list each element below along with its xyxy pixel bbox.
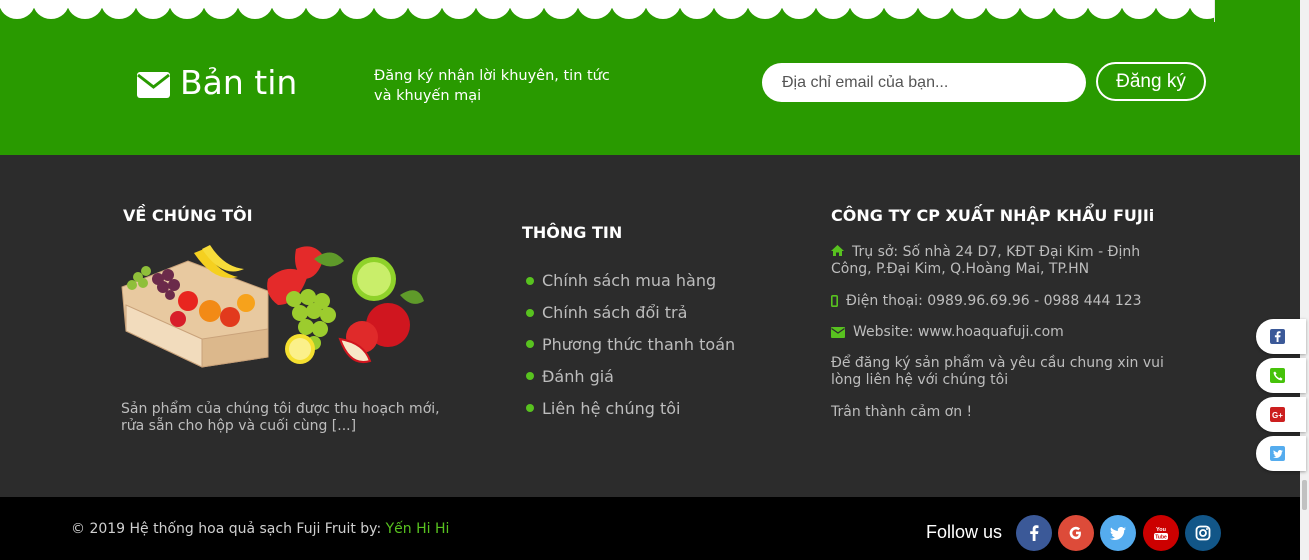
bullet-icon xyxy=(526,340,534,349)
link-payment-methods[interactable]: Phương thức thanh toán xyxy=(542,335,735,354)
svg-text:G+: G+ xyxy=(1272,411,1283,419)
address-text: Trụ sở: Số nhà 24 D7, KĐT Đại Kim - Định… xyxy=(831,244,1141,277)
copyright-text: © 2019 Hệ thống hoa quả sạch Fuji Fruit … xyxy=(71,521,386,537)
follow-us-label: Follow us xyxy=(926,522,1003,542)
contact-note: Để đăng ký sản phẩm và yêu cầu chung xin… xyxy=(831,355,1164,388)
youtube-icon: You Tube xyxy=(1154,527,1168,541)
float-facebook-button[interactable] xyxy=(1256,319,1306,354)
about-text: Sản phẩm của chúng tôi được thu hoạch mớ… xyxy=(121,401,440,434)
phone-icon xyxy=(1270,368,1285,383)
list-item: Liên hệ chúng tôi xyxy=(526,392,735,424)
about-title: VỀ CHÚNG TÔI xyxy=(123,206,253,225)
bullet-icon xyxy=(526,276,534,285)
company-title: CÔNG TY CP XUẤT NHẬP KHẨU FUJIi xyxy=(831,206,1155,225)
facebook-icon xyxy=(1030,525,1039,541)
list-item: Chính sách mua hàng xyxy=(526,265,735,297)
info-links: Chính sách mua hàng Chính sách đổi trả P… xyxy=(526,265,735,424)
fruit-basket-image xyxy=(121,245,424,368)
newsletter-description: Đăng ký nhận lời khuyên, tin tức và khuy… xyxy=(374,68,610,104)
newsletter-title: Bản tin xyxy=(180,63,298,102)
company-address: Trụ sở: Số nhà 24 D7, KĐT Đại Kim - Định… xyxy=(831,244,1181,278)
link-purchase-policy[interactable]: Chính sách mua hàng xyxy=(542,271,716,290)
website-text: Website: www.hoaquafuji.com xyxy=(853,324,1064,340)
youtube-button[interactable]: You Tube xyxy=(1143,515,1179,551)
copyright: © 2019 Hệ thống hoa quả sạch Fuji Fruit … xyxy=(71,521,449,537)
mobile-icon xyxy=(831,295,838,307)
scalloped-top-strip xyxy=(0,0,1300,22)
google-plus-icon: G+ xyxy=(1270,407,1285,422)
home-icon xyxy=(831,245,844,256)
bullet-icon xyxy=(526,308,534,317)
envelope-icon xyxy=(137,72,170,98)
instagram-icon xyxy=(1195,525,1211,541)
twitter-icon xyxy=(1270,446,1285,461)
facebook-icon xyxy=(1270,329,1285,344)
google-plus-icon xyxy=(1069,526,1081,540)
list-item: Phương thức thanh toán xyxy=(526,329,735,361)
thanks-text: Trân thành cảm ơn ! xyxy=(831,404,973,420)
scrollbar[interactable] xyxy=(1300,0,1309,560)
svg-text:You: You xyxy=(1156,527,1166,533)
link-reviews[interactable]: Đánh giá xyxy=(542,367,614,386)
envelope-icon xyxy=(831,326,845,338)
link-contact-us[interactable]: Liên hệ chúng tôi xyxy=(542,399,680,418)
email-input[interactable] xyxy=(762,63,1086,102)
link-return-policy[interactable]: Chính sách đổi trả xyxy=(542,303,687,322)
twitter-icon xyxy=(1110,526,1126,540)
twitter-button[interactable] xyxy=(1100,515,1136,551)
company-phone: Điện thoại: 0989.96.69.96 - 0988 444 123 xyxy=(831,293,1181,310)
float-twitter-button[interactable] xyxy=(1256,436,1306,471)
scallop-edge xyxy=(0,0,1214,19)
author-link[interactable]: Yến Hi Hi xyxy=(386,521,450,537)
list-item: Chính sách đổi trả xyxy=(526,297,735,329)
bottom-bar: © 2019 Hệ thống hoa quả sạch Fuji Fruit … xyxy=(0,497,1300,560)
footer: VỀ CHÚNG TÔI Sản phẩm của chúng tôi được… xyxy=(0,155,1300,497)
google-plus-button[interactable] xyxy=(1058,515,1094,551)
svg-text:Tube: Tube xyxy=(1155,535,1167,541)
info-title: THÔNG TIN xyxy=(522,223,623,242)
bullet-icon xyxy=(526,372,534,381)
list-item: Đánh giá xyxy=(526,360,735,392)
scrollbar-thumb[interactable] xyxy=(1302,480,1307,510)
company-website: Website: www.hoaquafuji.com xyxy=(831,324,1181,341)
float-phone-button[interactable] xyxy=(1256,358,1306,393)
bullet-icon xyxy=(526,404,534,413)
facebook-button[interactable] xyxy=(1016,515,1052,551)
subscribe-button[interactable]: Đăng ký xyxy=(1096,62,1206,101)
instagram-button[interactable] xyxy=(1185,515,1221,551)
float-google-plus-button[interactable]: G+ xyxy=(1256,397,1306,432)
phone-text: Điện thoại: 0989.96.69.96 - 0988 444 123 xyxy=(846,293,1142,309)
scallop-band xyxy=(0,0,1214,8)
newsletter-section: Bản tin Đăng ký nhận lời khuyên, tin tức… xyxy=(0,22,1300,155)
